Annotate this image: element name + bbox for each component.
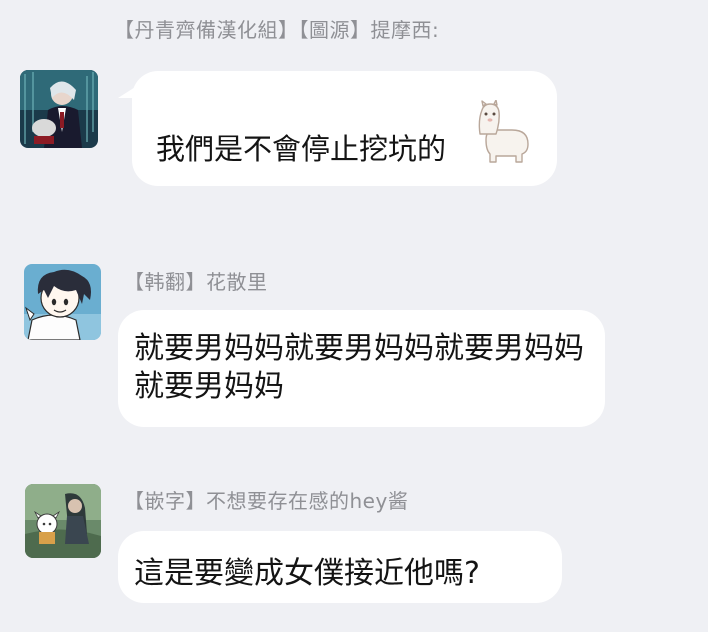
avatar-image	[20, 70, 98, 148]
alpaca-icon	[472, 99, 532, 164]
avatar[interactable]	[25, 484, 101, 558]
avatar[interactable]	[24, 264, 101, 340]
message-text: 我們是不會停止挖坑的	[156, 132, 447, 166]
message-text: 這是要變成女僕接近他嗎?	[134, 556, 480, 591]
sender-name: 【丹青齊備漢化組】【圖源】提摩西:	[114, 18, 440, 42]
message-bubble[interactable]: 這是要變成女僕接近他嗎?	[118, 531, 562, 603]
avatar-image	[25, 484, 101, 558]
message-text: 就要男妈妈就要男妈妈就要男妈妈就要男妈妈	[134, 331, 584, 404]
avatar[interactable]	[20, 70, 98, 148]
sender-name: 【嵌字】不想要存在感的hey酱	[124, 489, 409, 513]
sender-name: 【韩翻】花散里	[124, 270, 268, 294]
chat-area: 【丹青齊備漢化組】【圖源】提摩西: 我們是不會停止挖坑的 【韩翻】花散里 就要男…	[0, 0, 708, 632]
avatar-image	[24, 264, 101, 340]
message-bubble[interactable]: 就要男妈妈就要男妈妈就要男妈妈就要男妈妈	[118, 310, 605, 427]
